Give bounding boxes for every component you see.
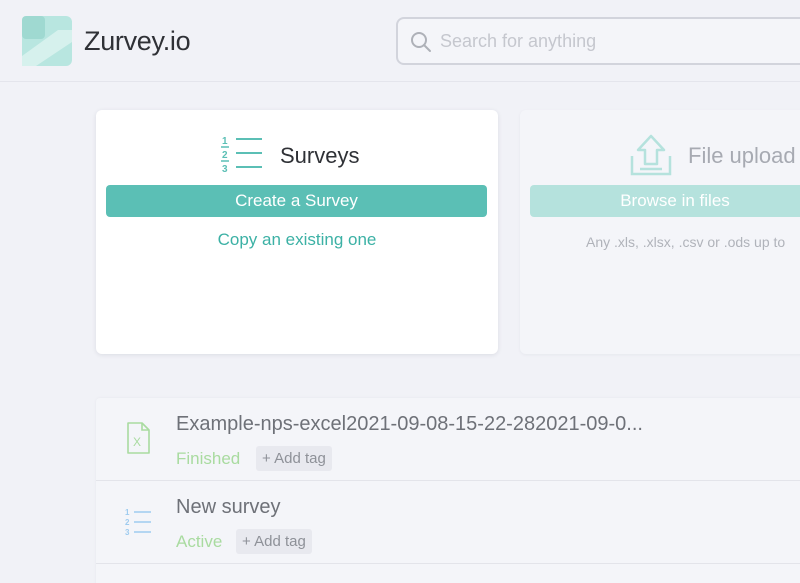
numbered-list-icon: 1 2 3 (221, 136, 262, 174)
file-upload-card: File upload Browse in files Any .xls, .x… (520, 110, 800, 354)
add-tag-button[interactable]: + Add tag (236, 529, 312, 554)
excel-file-icon: X (127, 422, 150, 454)
copy-existing-link[interactable]: Copy an existing one (96, 230, 498, 250)
svg-text:3: 3 (222, 164, 228, 174)
search-input[interactable] (440, 19, 800, 63)
numbered-list-icon: 1 2 3 (125, 508, 151, 537)
search-icon (411, 32, 431, 52)
top-header: Zurvey.io (0, 0, 800, 82)
svg-text:2: 2 (222, 150, 228, 161)
brand-name[interactable]: Zurvey.io (84, 26, 191, 57)
list-item-title[interactable]: Example-nps-excel2021-09-08-15-22-282021… (176, 413, 643, 436)
create-survey-button[interactable]: Create a Survey (106, 185, 487, 217)
svg-text:3: 3 (125, 528, 130, 537)
svg-text:X: X (133, 435, 141, 449)
svg-text:1: 1 (125, 508, 130, 517)
list-item-title[interactable]: New survey (176, 496, 280, 519)
zurvey-logo-icon[interactable] (22, 16, 72, 66)
svg-text:2: 2 (125, 518, 130, 527)
surveys-card-title: Surveys (280, 143, 360, 168)
file-upload-card-title: File upload (688, 143, 796, 168)
surveys-card: 1 2 3 Surveys Create a Survey Copy an ex… (96, 110, 498, 354)
browse-files-button[interactable]: Browse in files (530, 185, 800, 217)
search-box[interactable] (396, 17, 800, 65)
upload-icon (630, 134, 672, 176)
add-tag-button[interactable]: + Add tag (256, 446, 332, 471)
svg-text:1: 1 (222, 136, 228, 147)
list-item[interactable]: X Example-nps-excel2021-09-08-15-22-2820… (96, 398, 800, 481)
file-types-hint: Any .xls, .xlsx, .csv or .ods up to (586, 234, 786, 250)
list-item[interactable]: 1 2 3 New survey Active + Add tag (96, 481, 800, 564)
status-badge: Active (176, 532, 223, 551)
status-badge: Finished (176, 449, 241, 468)
survey-list: X Example-nps-excel2021-09-08-15-22-2820… (96, 398, 800, 583)
